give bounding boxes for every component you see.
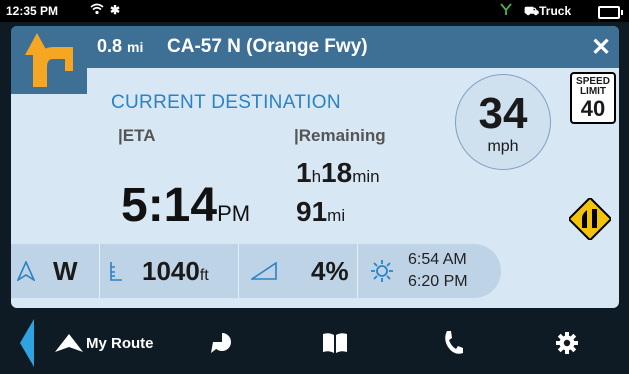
elevation-cell: 1040ft (100, 244, 238, 298)
current-speed-gauge: 34 mph (455, 74, 551, 170)
gear-icon (556, 332, 578, 354)
remaining-hours: 1 (296, 157, 312, 188)
navigation-panel: 0.8 mi CA-57 N (Orange Fwy) ✕ CURRENT DE… (11, 26, 619, 308)
settings-button[interactable] (550, 311, 584, 374)
remaining-hours-unit: h (311, 167, 322, 186)
elevation-icon (110, 262, 122, 281)
keep-left-arrow-icon (25, 33, 73, 87)
truck-profile: ⛟Truck (524, 4, 571, 20)
eta-suffix: PM (217, 201, 251, 226)
remaining-time: 1h18min (296, 157, 380, 189)
sun-times-cell: 6:54 AM 6:20 PM (358, 244, 501, 298)
left-tab-arrow-icon (20, 319, 34, 367)
speed-limit-sign: SPEED LIMIT 40 (570, 72, 616, 124)
next-road-name: CA-57 N (Orange Fwy) (167, 36, 368, 57)
clock: 12:35 PM (6, 4, 59, 18)
maneuver-distance-unit: mi (127, 39, 144, 55)
phone-icon (445, 331, 463, 354)
heading-value: W (53, 256, 78, 286)
eta-value: 5:14PM (121, 178, 250, 233)
collapse-nav-button[interactable] (18, 311, 36, 374)
current-speed-value: 34 (478, 89, 528, 138)
speed-limit-value: 40 (580, 96, 606, 121)
remaining-distance-value: 91 (296, 196, 328, 227)
truck-icon: ⛟ (524, 4, 540, 18)
grade-icon (251, 262, 277, 280)
route-arrow-icon (55, 334, 83, 352)
trip-info-strip: W 1040ft 4% 6:54 AM 6:20 PM (11, 244, 501, 298)
speed-limit-label: SPEED LIMIT (572, 77, 614, 97)
current-destination-heading: CURRENT DESTINATION (111, 92, 341, 113)
close-button[interactable]: ✕ (591, 33, 611, 62)
eta-label: |ETA (118, 126, 156, 145)
grade-value: 4% (311, 256, 349, 286)
compass-icon (17, 261, 35, 281)
sun-icon (371, 260, 393, 282)
remaining-distance: 91mi (296, 196, 345, 228)
remaining-distance-unit: mi (327, 206, 346, 225)
sunrise-time: 6:54 AM (408, 251, 467, 268)
grade-cell: 4% (239, 244, 357, 298)
sunset-time: 6:20 PM (408, 273, 468, 290)
lane-ends-sign-icon (567, 196, 613, 245)
heading-cell: W (11, 244, 99, 298)
book-icon (323, 333, 347, 353)
remaining-minutes: 18 (321, 157, 353, 188)
bluetooth-icon: ✱ (110, 3, 121, 17)
remaining-minutes-unit: min (352, 167, 380, 186)
poi-pin-icon (211, 333, 231, 353)
elevation-number: 1040 (142, 256, 200, 286)
turn-indicator (11, 26, 87, 94)
wifi-icon (90, 3, 104, 18)
eta-time: 5:14 (121, 179, 218, 232)
current-speed-unit: mph (487, 138, 519, 155)
logbook-button[interactable] (318, 311, 352, 374)
bottom-nav-bar: My Route (0, 311, 629, 374)
maneuver-distance: 0.8 mi (97, 36, 143, 57)
maneuver-distance-value: 0.8 (97, 36, 123, 56)
battery-icon (598, 6, 623, 19)
status-bar: 12:35 PM ✱ ⛟Truck (0, 0, 629, 22)
truck-label: Truck (539, 4, 572, 18)
signal-icon (500, 3, 512, 19)
my-route-label: My Route (86, 335, 154, 352)
elevation-value: 1040ft (142, 256, 209, 287)
poi-button[interactable] (205, 311, 239, 374)
remaining-label: |Remaining (294, 126, 386, 145)
next-maneuver-bar: 0.8 mi CA-57 N (Orange Fwy) ✕ (11, 26, 619, 68)
phone-button[interactable] (436, 311, 470, 374)
elevation-unit: ft (199, 267, 209, 284)
my-route-button[interactable]: My Route (50, 311, 170, 374)
